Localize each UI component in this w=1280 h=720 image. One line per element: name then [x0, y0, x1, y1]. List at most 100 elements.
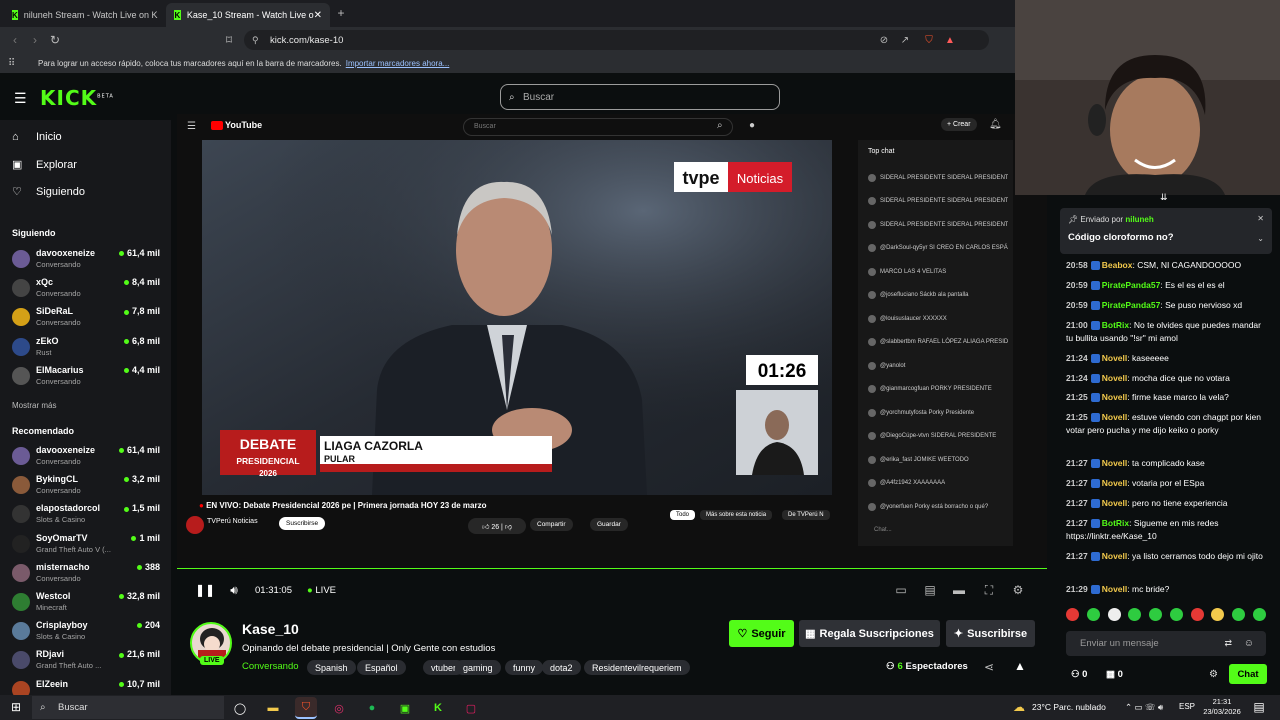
settings-gear-icon[interactable]: ⚙: [1011, 583, 1025, 597]
close-tab-icon[interactable]: ✕: [314, 10, 322, 21]
file-explorer-icon[interactable]: ▬: [262, 697, 284, 719]
message-user[interactable]: BotRix: [1102, 518, 1129, 528]
sidebar-channel[interactable]: ElMacarius Conversando 4,4 mil: [12, 365, 160, 389]
apps-icon[interactable]: ⠿: [8, 58, 15, 69]
unpin-icon[interactable]: ✕: [1257, 214, 1264, 223]
nav-inicio[interactable]: ⌂ Inicio: [12, 131, 62, 143]
emote-icon[interactable]: [1232, 608, 1246, 621]
emote-icon[interactable]: [1169, 608, 1183, 621]
stream-tag[interactable]: funny: [505, 660, 544, 675]
sidebar-channel[interactable]: BykingCL Conversando 3,2 mil: [12, 474, 160, 498]
report-icon[interactable]: ▲: [1014, 659, 1026, 673]
chat-collapse-icon[interactable]: ⇊: [1160, 192, 1168, 203]
clock[interactable]: 21:31 23/03/2026: [1200, 697, 1244, 717]
message-user[interactable]: BotRix: [1102, 320, 1129, 330]
volume-icon[interactable]: 🔊︎: [227, 583, 241, 597]
streaming-app-icon[interactable]: ▢: [460, 697, 482, 719]
brave-rewards-icon[interactable]: ▲: [944, 33, 956, 47]
brave-shield-icon[interactable]: ⛉: [922, 33, 936, 47]
miniplayer-icon[interactable]: ▭: [894, 583, 908, 597]
share-icon[interactable]: ↗: [899, 33, 911, 47]
message-user[interactable]: Beabox: [1102, 260, 1133, 270]
kick-app-icon[interactable]: K: [427, 697, 449, 719]
sidebar-channel[interactable]: davooxeneize Conversando 61,4 mil: [12, 248, 160, 272]
chevron-down-icon[interactable]: ⌄: [1257, 234, 1264, 243]
sidebar-channel[interactable]: SiDeRaL Conversando 7,8 mil: [12, 306, 160, 330]
message-user[interactable]: Novell: [1102, 551, 1128, 561]
forward-icon[interactable]: ›: [28, 33, 42, 47]
emote-icon[interactable]: [1149, 608, 1163, 621]
sidebar-channel[interactable]: misternacho Conversando 388: [12, 562, 160, 586]
tray-icons[interactable]: ⌃ ▭ ☏ 🔊︎: [1125, 702, 1163, 713]
show-more-link[interactable]: Mostrar más: [12, 401, 56, 410]
emote-icon[interactable]: [1252, 608, 1266, 621]
gift-subs-button[interactable]: ▦ Regala Suscripciones: [799, 620, 940, 647]
sidebar-channel[interactable]: xQc Conversando 8,4 mil: [12, 277, 160, 301]
share-icon[interactable]: ⋖: [983, 660, 995, 674]
weather-text[interactable]: 23°C Parc. nublado: [1032, 702, 1106, 712]
follow-button[interactable]: ♡ Seguir: [729, 620, 794, 647]
sidebar-channel[interactable]: Westcol Minecraft 32,8 mil: [12, 591, 160, 615]
sidebar-channel[interactable]: RDjavi Grand Theft Auto ... 21,6 mil: [12, 649, 160, 673]
message-user[interactable]: PiratePanda57: [1102, 300, 1161, 310]
sidebar-channel[interactable]: zEkO Rust 6,8 mil: [12, 336, 160, 360]
message-user[interactable]: Novell: [1102, 498, 1128, 508]
site-info-icon[interactable]: ⚲: [252, 35, 259, 46]
message-user[interactable]: Novell: [1102, 373, 1128, 383]
browser-tab-active[interactable]: K Kase_10 Stream - Watch Live o ✕: [166, 3, 330, 27]
import-bookmarks-link[interactable]: Importar marcadores ahora...: [346, 59, 450, 68]
back-icon[interactable]: ‹: [8, 33, 22, 47]
theater-mode-icon[interactable]: ▬: [952, 583, 966, 597]
points-counter[interactable]: ⚇ 0: [1071, 669, 1087, 680]
chat-send-button[interactable]: Chat: [1229, 664, 1267, 684]
fullscreen-icon[interactable]: ⛶: [982, 583, 996, 597]
emote-icon[interactable]: [1066, 608, 1079, 621]
pause-icon[interactable]: ❚❚: [195, 583, 215, 597]
message-user[interactable]: Novell: [1102, 584, 1128, 594]
stream-category[interactable]: Conversando: [242, 661, 299, 672]
translate-icon[interactable]: ⇄: [1224, 638, 1232, 649]
chat-settings-icon[interactable]: ⚙: [1209, 669, 1218, 680]
message-user[interactable]: PiratePanda57: [1102, 280, 1161, 290]
streamer-name[interactable]: Kase_10: [242, 621, 299, 637]
obs-app-icon[interactable]: ▣: [394, 697, 416, 719]
instagram-icon[interactable]: ◎: [328, 697, 350, 719]
stream-tag[interactable]: Residentevilrequeriem: [584, 660, 690, 675]
sidebar-channel[interactable]: elapostadorcol Slots & Casino 1,5 mil: [12, 503, 160, 527]
notifications-icon[interactable]: ▤: [1252, 700, 1266, 714]
taskbar-search[interactable]: ⌕ Buscar: [32, 696, 224, 719]
subscribe-button[interactable]: ✦ Suscribirse: [946, 620, 1035, 647]
bookmark-icon[interactable]: ⌑: [222, 33, 236, 47]
clip-icon[interactable]: ▤: [923, 583, 937, 597]
kick-logo[interactable]: KICKBETA: [40, 86, 114, 110]
stream-tag[interactable]: dota2: [542, 660, 581, 675]
menu-icon[interactable]: ☰: [14, 90, 27, 107]
message-user[interactable]: Novell: [1102, 478, 1128, 488]
windows-start-icon[interactable]: ⊞: [8, 699, 24, 715]
task-view-icon[interactable]: ◯: [229, 697, 251, 719]
emote-icon[interactable]: [1190, 608, 1204, 621]
browser-tab[interactable]: K niluneh Stream - Watch Live on K: [4, 3, 164, 27]
search-input[interactable]: ⌕ Buscar: [500, 84, 780, 110]
tracking-off-icon[interactable]: ⊘: [878, 33, 890, 47]
sidebar-channel[interactable]: Crisplayboy Slots & Casino 204: [12, 620, 160, 644]
emote-icon[interactable]: [1107, 608, 1121, 621]
message-user[interactable]: Novell: [1102, 412, 1128, 422]
nav-siguiendo[interactable]: ♡ Siguiendo: [12, 185, 85, 199]
message-user[interactable]: Novell: [1102, 458, 1128, 468]
sidebar-channel[interactable]: SoyOmarTV Grand Theft Auto V (... 1 mil: [12, 533, 160, 557]
nav-explorar[interactable]: ▣ Explorar: [12, 158, 77, 172]
stream-tag[interactable]: Español: [357, 660, 406, 675]
language-indicator[interactable]: ESP: [1179, 702, 1195, 711]
sidebar-channel[interactable]: davooxeneize Conversando 61,4 mil: [12, 445, 160, 469]
stream-tag[interactable]: Spanish: [307, 660, 356, 675]
spotify-icon[interactable]: ●: [361, 697, 383, 719]
reload-icon[interactable]: ↻: [48, 33, 62, 47]
emote-icon[interactable]: [1211, 608, 1225, 621]
stream-tag[interactable]: gaming: [455, 660, 501, 675]
gifts-counter[interactable]: ▦ 0: [1106, 669, 1123, 680]
emote-icon[interactable]: [1128, 608, 1142, 621]
chat-input[interactable]: Enviar un mensaje ⇄ ☺: [1066, 631, 1266, 656]
new-tab-icon[interactable]: +: [334, 6, 348, 20]
brave-browser-icon[interactable]: ⛉: [295, 697, 317, 719]
